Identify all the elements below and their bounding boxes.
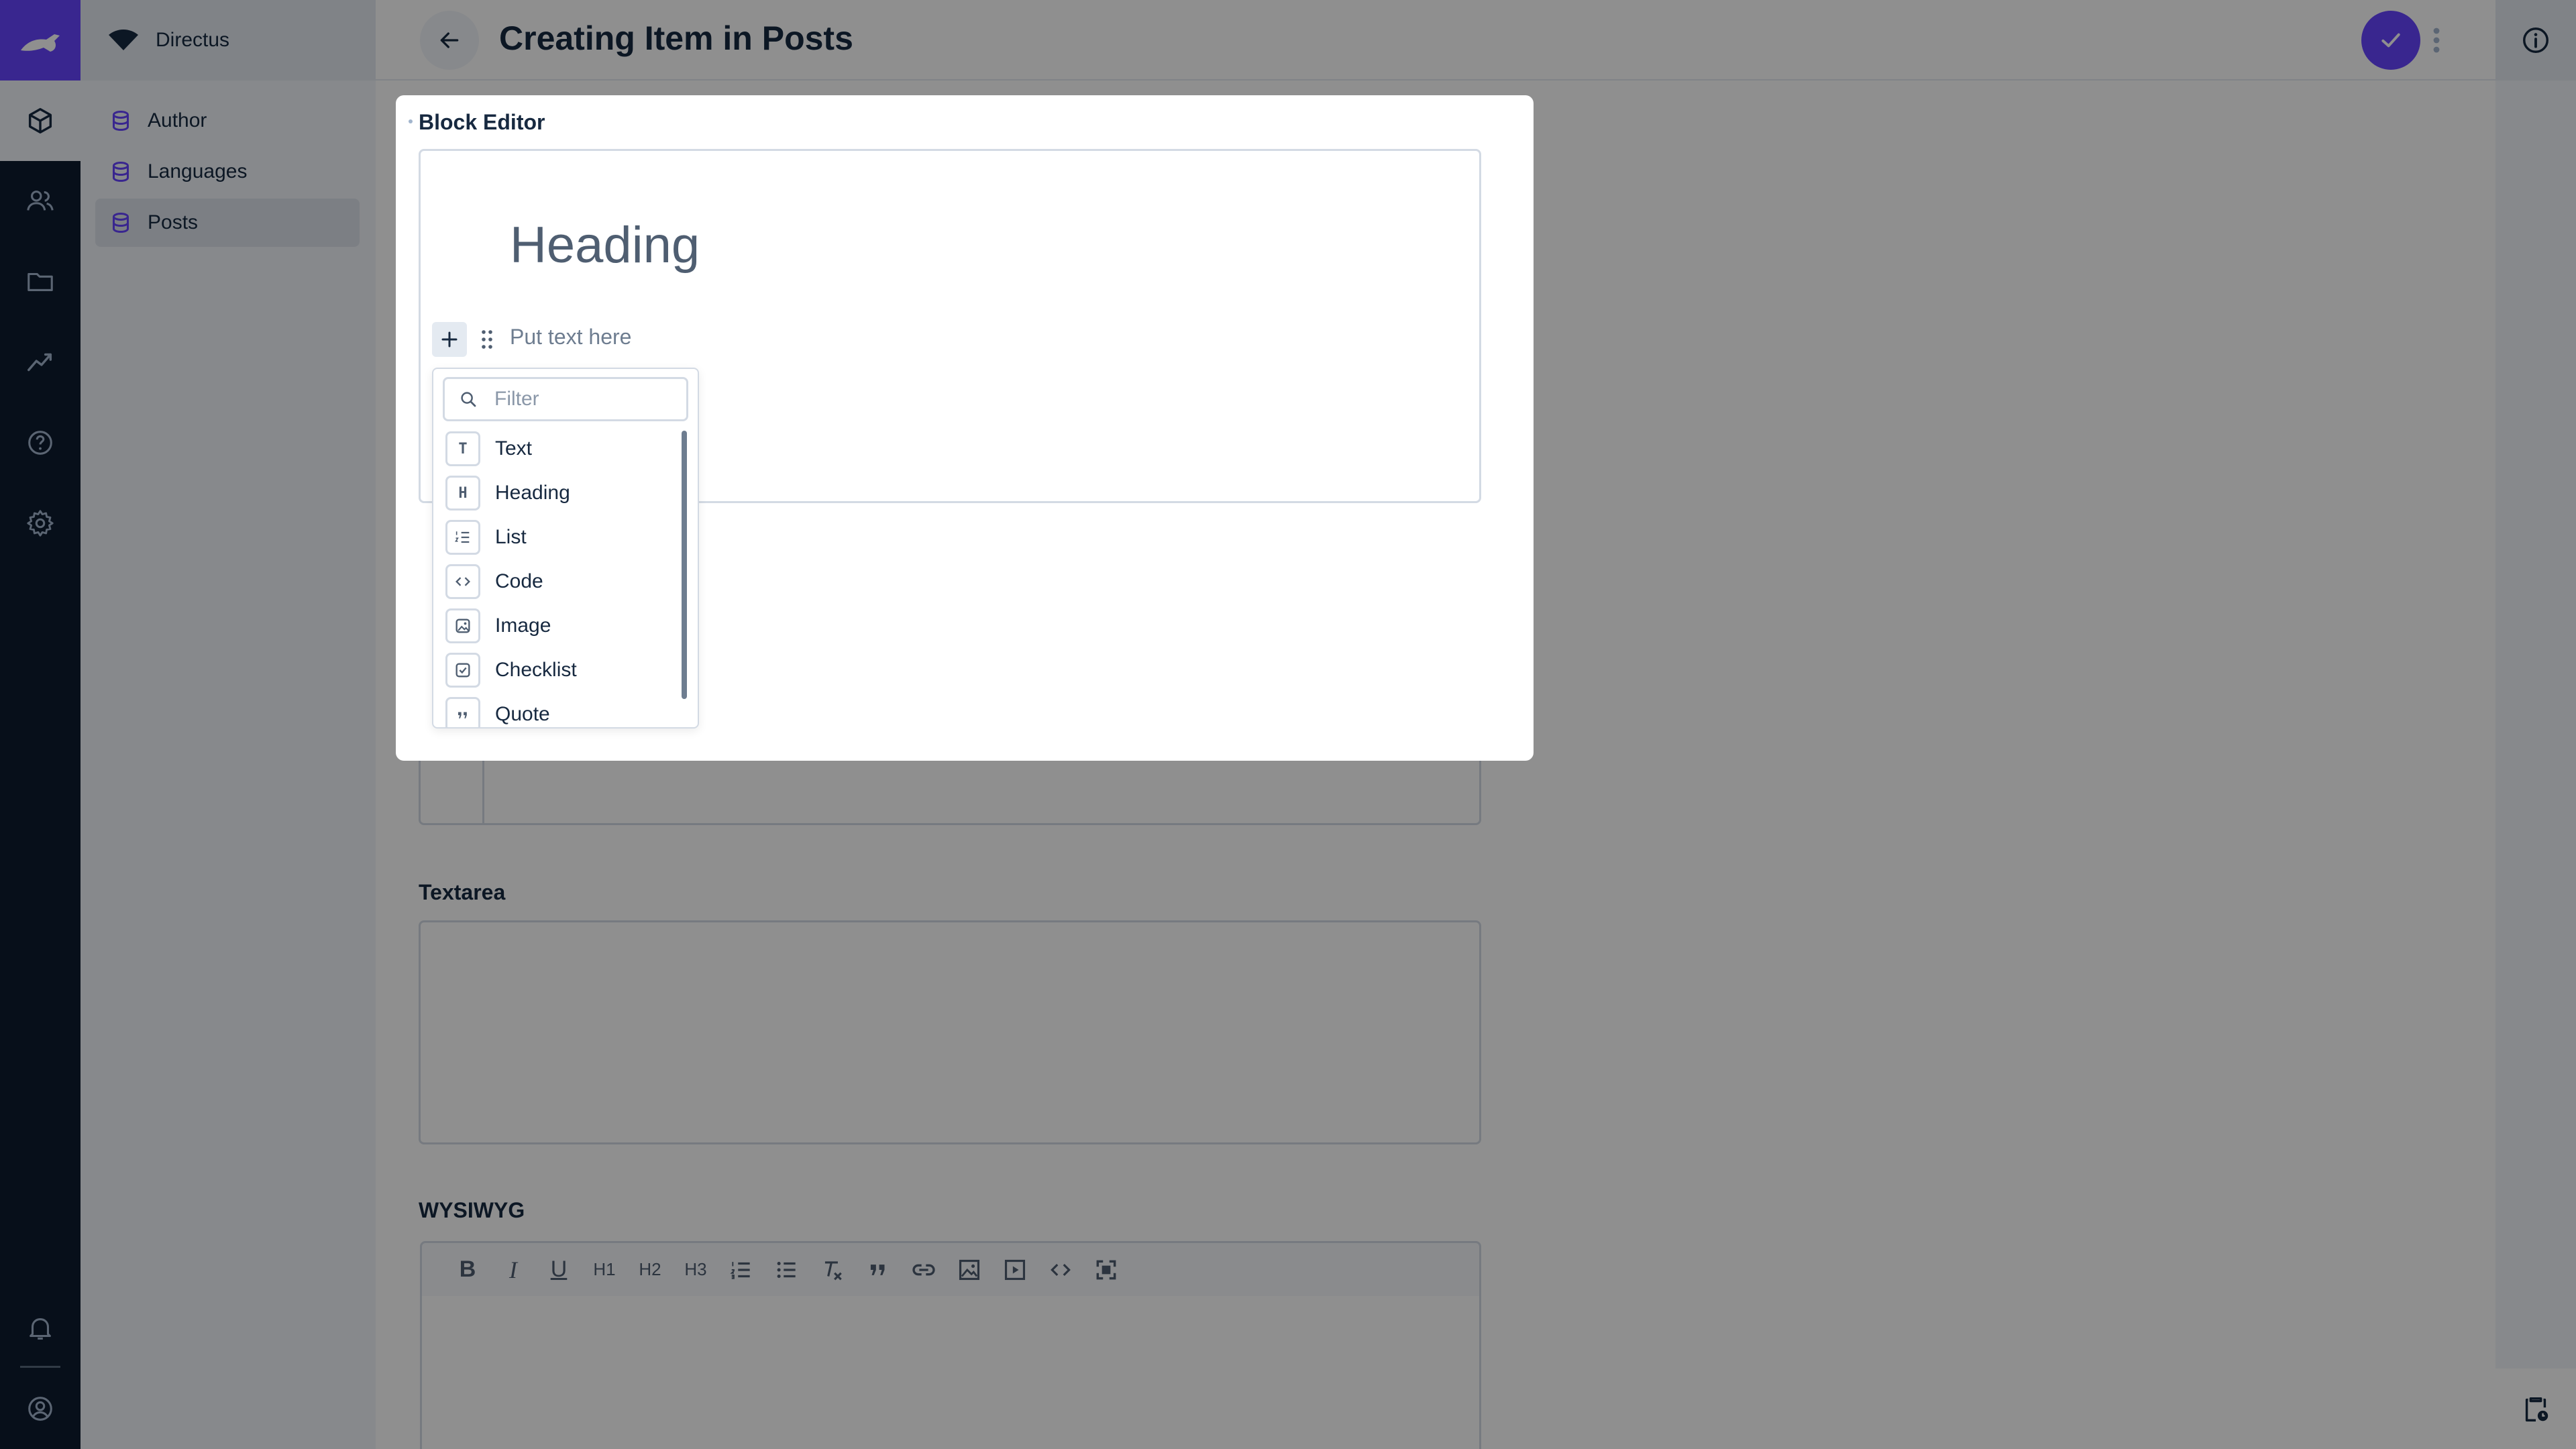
menu-item-label: List xyxy=(495,526,527,548)
list-type-icon xyxy=(445,520,480,555)
block-editor-label: Block Editor xyxy=(419,110,545,134)
heading-block[interactable]: Heading xyxy=(510,216,700,274)
filter-input[interactable] xyxy=(494,388,682,411)
plus-icon xyxy=(441,331,458,347)
heading-type-icon: H xyxy=(445,476,480,511)
text-type-icon: T xyxy=(445,431,480,466)
block-type-list: T Text H Heading List Code Image Checkli… xyxy=(433,427,688,727)
menu-item-image[interactable]: Image xyxy=(445,604,674,648)
menu-item-list[interactable]: List xyxy=(445,515,674,559)
menu-item-label: Image xyxy=(495,614,551,637)
menu-item-label: Text xyxy=(495,437,533,460)
checklist-type-icon xyxy=(445,653,480,688)
menu-item-code[interactable]: Code xyxy=(445,559,674,604)
menu-item-checklist[interactable]: Checklist xyxy=(445,648,674,692)
drag-handle-icon xyxy=(482,330,492,349)
menu-item-label: Heading xyxy=(495,482,570,504)
menu-item-quote[interactable]: Quote xyxy=(445,692,674,727)
add-block-button[interactable] xyxy=(432,322,467,357)
menu-item-label: Code xyxy=(495,570,543,592)
menu-item-label: Quote xyxy=(495,703,550,725)
paragraph-placeholder[interactable]: Put text here xyxy=(510,325,631,350)
menu-item-label: Checklist xyxy=(495,659,577,681)
quote-type-icon xyxy=(445,697,480,727)
menu-item-heading[interactable]: H Heading xyxy=(445,471,674,515)
drag-handle[interactable] xyxy=(472,322,502,357)
field-indicator-dot xyxy=(409,119,413,123)
code-type-icon xyxy=(445,564,480,599)
search-icon xyxy=(461,392,476,407)
menu-item-text[interactable]: T Text xyxy=(445,427,674,471)
image-type-icon xyxy=(445,608,480,643)
filter-input-wrapper[interactable] xyxy=(443,377,688,421)
menu-scrollbar[interactable] xyxy=(682,431,687,699)
